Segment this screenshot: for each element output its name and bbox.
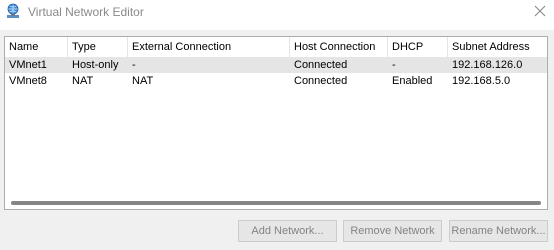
cell-name: VMnet1 bbox=[9, 59, 47, 71]
cell-subnet-address: 192.168.126.0 bbox=[452, 59, 523, 71]
add-network-button[interactable]: Add Network... bbox=[238, 220, 337, 242]
cell-dhcp: Enabled bbox=[392, 75, 433, 87]
column-header-external-connection[interactable]: External Connection bbox=[128, 37, 290, 57]
remove-network-button[interactable]: Remove Network bbox=[343, 220, 442, 242]
cell-external-connection: - bbox=[132, 59, 136, 71]
column-header-type[interactable]: Type bbox=[68, 37, 128, 57]
table-row[interactable]: VMnet8 NAT NAT Connected Enabled 192.168… bbox=[5, 73, 547, 89]
window-title: Virtual Network Editor bbox=[28, 5, 144, 19]
column-header-host-connection[interactable]: Host Connection bbox=[290, 37, 388, 57]
network-globe-icon bbox=[4, 3, 22, 21]
column-header-subnet-address[interactable]: Subnet Address bbox=[448, 37, 547, 57]
cell-type: NAT bbox=[72, 75, 94, 87]
virtual-network-editor-window: Virtual Network Editor Name Type Externa… bbox=[0, 0, 554, 250]
column-header-name[interactable]: Name bbox=[5, 37, 68, 57]
column-header-dhcp[interactable]: DHCP bbox=[388, 37, 448, 57]
cell-subnet-address: 192.168.5.0 bbox=[452, 75, 511, 87]
cell-host-connection: Connected bbox=[294, 75, 348, 87]
close-icon bbox=[534, 5, 546, 17]
cell-dhcp: - bbox=[392, 59, 396, 71]
horizontal-scrollbar[interactable] bbox=[5, 197, 547, 209]
scrollbar-thumb[interactable] bbox=[11, 201, 541, 205]
table-row[interactable]: VMnet1 Host-only - Connected - 192.168.1… bbox=[5, 57, 547, 73]
rename-network-button[interactable]: Rename Network... bbox=[449, 220, 548, 242]
close-button[interactable] bbox=[524, 0, 554, 30]
cell-host-connection: Connected bbox=[294, 59, 348, 71]
cell-external-connection: NAT bbox=[132, 75, 154, 87]
cell-name: VMnet8 bbox=[9, 75, 47, 87]
title-bar[interactable]: Virtual Network Editor bbox=[0, 0, 554, 30]
cell-type: Host-only bbox=[72, 59, 119, 71]
list-header: Name Type External Connection Host Conne… bbox=[5, 37, 547, 57]
network-list[interactable]: Name Type External Connection Host Conne… bbox=[4, 36, 548, 210]
